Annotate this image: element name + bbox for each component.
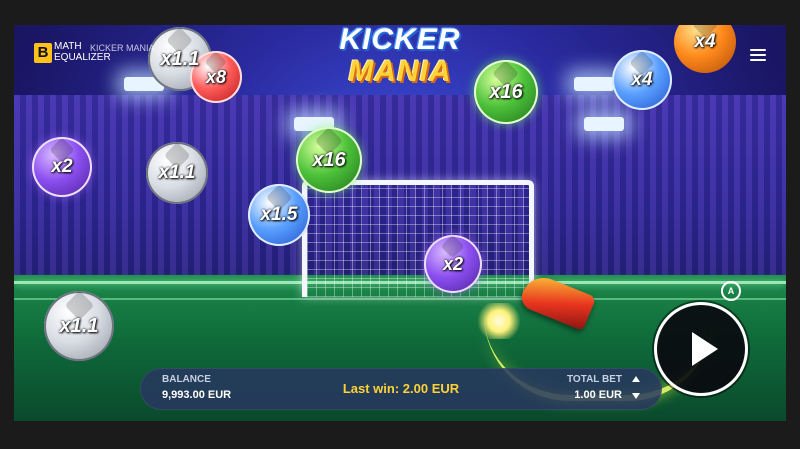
multiplier-ball: x1.1 xyxy=(44,290,114,361)
brand-name-line-2: EQUALIZER xyxy=(54,52,111,63)
hud-bar: BALANCE 9,993.00 EUR Last win: 2.00 EUR … xyxy=(140,368,662,410)
multiplier-label: x16 xyxy=(489,81,523,103)
multiplier-label: x1.1 xyxy=(158,162,196,183)
multiplier-label: x1.1 xyxy=(160,48,200,70)
logo-line-2: MANIA xyxy=(348,55,452,88)
bet-decrease-arrow-down-icon[interactable] xyxy=(632,393,640,399)
game-caption: KICKER MANIA xyxy=(90,43,155,53)
multiplier-ball: x16 xyxy=(296,126,362,193)
logo-line-1: KICKER xyxy=(339,23,461,56)
multiplier-label: x4 xyxy=(694,31,716,52)
autoplay-icon[interactable]: A xyxy=(721,281,741,301)
kick-spark xyxy=(474,303,524,339)
multiplier-label: x2 xyxy=(442,254,464,274)
multiplier-ball: x1.1 xyxy=(146,141,208,204)
multiplier-ball: x2 xyxy=(32,136,92,197)
multiplier-ball: x4 xyxy=(612,49,672,110)
hamburger-menu-icon[interactable] xyxy=(750,49,766,61)
multiplier-label: x16 xyxy=(312,149,346,171)
multiplier-label: x1.5 xyxy=(260,204,298,225)
play-button[interactable] xyxy=(654,302,748,396)
multiplier-label: x8 xyxy=(205,67,227,87)
brand-logo-badge: B xyxy=(34,43,52,63)
multiplier-ball: x4 xyxy=(674,25,736,73)
multiplier-label: x4 xyxy=(631,69,653,90)
field-line xyxy=(14,298,786,300)
bet-increase-arrow-up-icon[interactable] xyxy=(632,376,640,382)
multiplier-ball: x2 xyxy=(424,234,482,293)
play-icon xyxy=(692,332,718,366)
multiplier-label: x2 xyxy=(51,156,73,177)
stadium-light xyxy=(584,117,624,131)
stadium-light xyxy=(574,77,614,91)
game-logo: KICKER MANIA xyxy=(300,24,500,88)
total-bet-value: 1.00 EUR xyxy=(574,389,622,401)
multiplier-ball: x1.5 xyxy=(248,183,310,246)
multiplier-label: x1.1 xyxy=(59,315,99,337)
total-bet-label: TOTAL BET xyxy=(567,374,622,385)
goal-net xyxy=(302,180,534,297)
